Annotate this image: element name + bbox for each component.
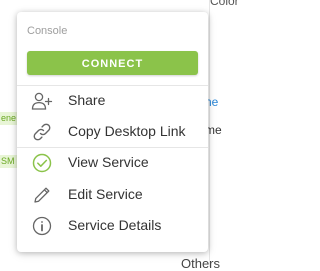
background-tag-badge: SM <box>0 155 18 168</box>
menu-item-label: View Service <box>68 154 149 170</box>
check-circle-icon <box>31 152 53 174</box>
menu-item-label: Service Details <box>68 217 162 233</box>
menu-item-copy-desktop-link[interactable]: Copy Desktop Link <box>17 117 208 147</box>
pencil-icon <box>31 184 53 206</box>
add-user-icon <box>31 90 53 112</box>
connect-button[interactable]: CONNECT <box>27 51 198 75</box>
menu-section-title: Console <box>27 25 68 37</box>
menu-item-label: Edit Service <box>68 186 143 202</box>
info-icon <box>31 215 53 237</box>
background-others-label: Others <box>181 256 221 271</box>
background-column-header: Color <box>210 0 239 8</box>
service-context-menu: Console CONNECT Share Copy Desktop Link <box>17 12 208 252</box>
menu-item-edit-service[interactable]: Edit Service <box>17 180 208 210</box>
menu-item-label: Copy Desktop Link <box>68 123 186 139</box>
menu-item-view-service[interactable]: View Service <box>17 148 208 178</box>
link-icon <box>31 121 53 143</box>
menu-item-label: Share <box>68 92 106 108</box>
menu-item-share[interactable]: Share <box>17 86 208 116</box>
menu-item-service-details[interactable]: Service Details <box>17 211 208 241</box>
